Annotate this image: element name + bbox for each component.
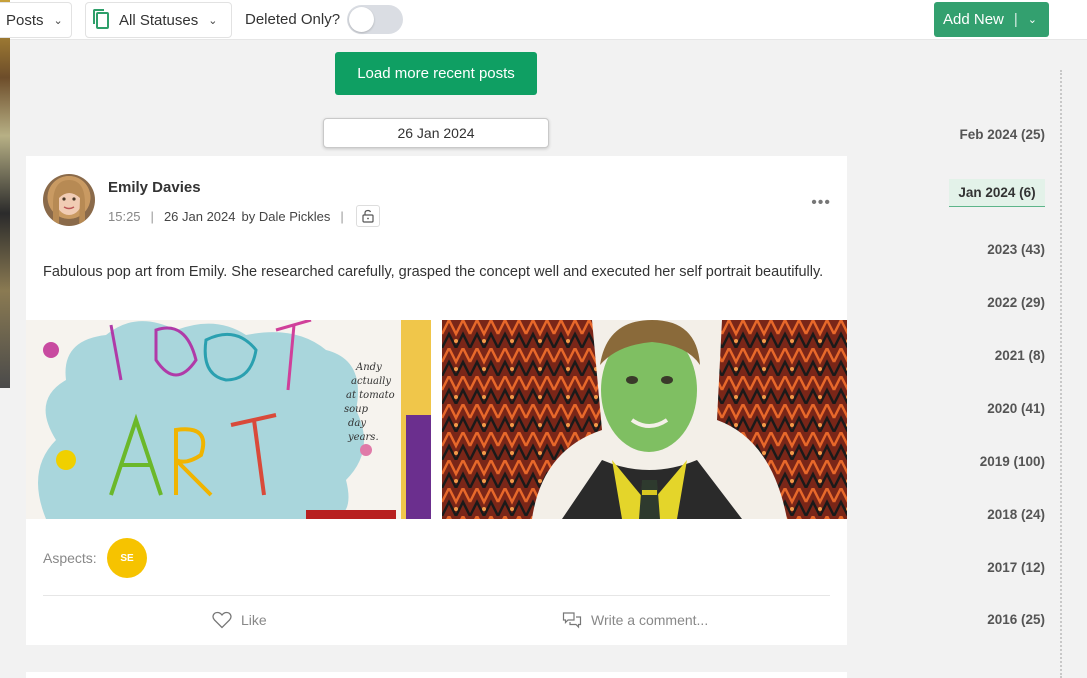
load-more-button[interactable]: Load more recent posts xyxy=(335,52,537,95)
write-comment-button[interactable]: Write a comment... xyxy=(562,611,708,629)
post-image-pop-art[interactable]: Andy actually at tomato soup day years. xyxy=(26,320,431,519)
like-label: Like xyxy=(241,612,267,628)
aspects-label: Aspects: xyxy=(43,550,97,566)
timeline-item-feb-2024[interactable]: Feb 2024 (25) xyxy=(959,127,1045,142)
chevron-down-icon: ⌄ xyxy=(53,14,63,27)
timeline-item-2018[interactable]: 2018 (24) xyxy=(987,507,1045,522)
comment-placeholder: Write a comment... xyxy=(591,612,709,628)
svg-text:day: day xyxy=(348,418,366,429)
post-image-self-portrait[interactable] xyxy=(442,320,847,519)
chevron-down-icon: ⌄ xyxy=(208,14,218,27)
documents-icon xyxy=(93,8,109,29)
more-options-icon[interactable]: ••• xyxy=(811,194,831,212)
timeline-item-2022[interactable]: 2022 (29) xyxy=(987,295,1045,310)
timeline-item-2020[interactable]: 2020 (41) xyxy=(987,401,1045,416)
meta-divider: | xyxy=(150,208,154,224)
post-by: by Dale Pickles xyxy=(241,208,331,224)
timeline-item-jan-2024[interactable]: Jan 2024 (6) xyxy=(949,179,1045,207)
avatar[interactable] xyxy=(43,174,95,226)
post-date: 26 Jan 2024 xyxy=(163,208,236,224)
meta-divider: | xyxy=(340,208,344,224)
timeline-item-2016[interactable]: 2016 (25) xyxy=(987,612,1045,627)
comment-icon xyxy=(562,612,582,629)
svg-text:Andy: Andy xyxy=(355,362,382,373)
like-button[interactable]: Like xyxy=(212,611,267,629)
deleted-only-label: Deleted Only? xyxy=(245,11,341,28)
timeline-item-2017[interactable]: 2017 (12) xyxy=(987,560,1045,575)
toggle-knob xyxy=(349,7,374,32)
next-post-card xyxy=(26,672,847,678)
timeline-scroll-track[interactable] xyxy=(1060,70,1062,678)
post-time: 15:25 xyxy=(108,208,141,224)
add-new-label: Add New xyxy=(943,11,1004,28)
button-separator: | xyxy=(1013,11,1018,28)
add-new-button[interactable]: Add New | ⌄ xyxy=(934,2,1049,37)
aspect-badge[interactable]: SE xyxy=(107,538,147,578)
deleted-only-toggle[interactable] xyxy=(347,5,403,34)
status-filter-label: All Statuses xyxy=(119,11,199,29)
background-image-edge xyxy=(0,0,10,388)
post-card: Emily Davies 15:25 | 26 Jan 2024 by Dale… xyxy=(26,156,847,645)
posts-filter-label: Posts xyxy=(6,11,44,29)
post-meta: 15:25 | 26 Jan 2024 by Dale Pickles | xyxy=(108,205,380,227)
svg-text:actually: actually xyxy=(351,376,391,387)
svg-text:years.: years. xyxy=(347,432,379,443)
svg-text:soup: soup xyxy=(344,404,369,415)
svg-text:at tomato: at tomato xyxy=(346,390,395,401)
timeline-item-2021[interactable]: 2021 (8) xyxy=(995,348,1045,363)
chevron-down-icon[interactable]: ⌄ xyxy=(1028,13,1037,26)
date-marker: 26 Jan 2024 xyxy=(323,118,549,148)
posts-filter-dropdown[interactable]: Posts ⌄ xyxy=(0,2,72,38)
divider xyxy=(43,595,830,596)
status-filter-dropdown[interactable]: All Statuses ⌄ xyxy=(85,2,232,38)
post-author[interactable]: Emily Davies xyxy=(108,179,201,196)
timeline-item-2023[interactable]: 2023 (43) xyxy=(987,242,1045,257)
post-text: Fabulous pop art from Emily. She researc… xyxy=(43,264,824,280)
heart-icon xyxy=(212,611,232,629)
lock-icon[interactable] xyxy=(355,205,380,227)
timeline-item-2019[interactable]: 2019 (100) xyxy=(980,454,1045,469)
